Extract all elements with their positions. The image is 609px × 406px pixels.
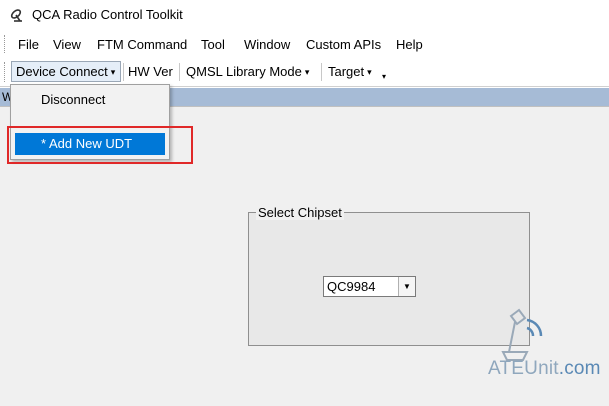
menu-help[interactable]: Help	[396, 37, 423, 52]
menu-custom-apis[interactable]: Custom APIs	[306, 37, 381, 52]
toolbar-grip[interactable]	[4, 62, 8, 82]
device-connect-label: Device Connect	[16, 64, 108, 79]
chevron-down-icon: ▾	[110, 67, 116, 77]
target-button[interactable]: Target ▾	[324, 61, 376, 82]
hw-ver-label: HW Ver	[128, 64, 173, 79]
toolbar: Device Connect ▾ HW Ver QMSL Library Mode…	[0, 58, 609, 87]
menu-bar: File View FTM Command Tool Window Custom…	[0, 30, 609, 58]
select-chipset-label: Select Chipset	[256, 205, 344, 220]
watermark-logo-icon	[501, 308, 543, 361]
menu-ftm-command[interactable]: FTM Command	[97, 37, 187, 52]
menu-tool[interactable]: Tool	[201, 37, 225, 52]
menu-item-disconnect[interactable]: Disconnect	[15, 89, 165, 111]
toolbar-separator	[321, 63, 322, 81]
menubar-grip[interactable]	[4, 35, 8, 53]
select-chipset-group: Select Chipset QC9984 ▼	[248, 205, 530, 346]
window-title: QCA Radio Control Toolkit	[32, 7, 183, 22]
chevron-down-icon: ▾	[304, 67, 310, 77]
title-bar: QCA Radio Control Toolkit	[0, 0, 609, 30]
toolbar-overflow-icon[interactable]: ▾	[382, 72, 386, 81]
chevron-down-icon: ▾	[367, 67, 372, 77]
combo-dropdown-icon[interactable]: ▼	[398, 277, 415, 296]
chipset-combobox[interactable]: QC9984 ▼	[323, 276, 416, 297]
satellite-dish-icon	[10, 9, 22, 22]
watermark-main: ATEUnit	[488, 358, 559, 379]
watermark-suffix: .com	[558, 358, 601, 379]
target-label: Target	[328, 64, 365, 79]
menu-file[interactable]: File	[18, 37, 39, 52]
menu-view[interactable]: View	[53, 37, 81, 52]
menu-window[interactable]: Window	[244, 37, 290, 52]
chipset-selected-value: QC9984	[327, 279, 376, 294]
toolbar-separator	[179, 63, 180, 81]
qmsl-library-mode-button[interactable]: QMSL Library Mode ▾	[182, 61, 313, 82]
device-connect-button[interactable]: Device Connect ▾	[11, 61, 121, 82]
hw-ver-button[interactable]: HW Ver	[124, 61, 177, 82]
watermark-text: ATEUnit.com	[488, 358, 601, 380]
highlight-annotation-box	[7, 126, 193, 164]
qmsl-library-mode-label: QMSL Library Mode	[186, 64, 302, 79]
